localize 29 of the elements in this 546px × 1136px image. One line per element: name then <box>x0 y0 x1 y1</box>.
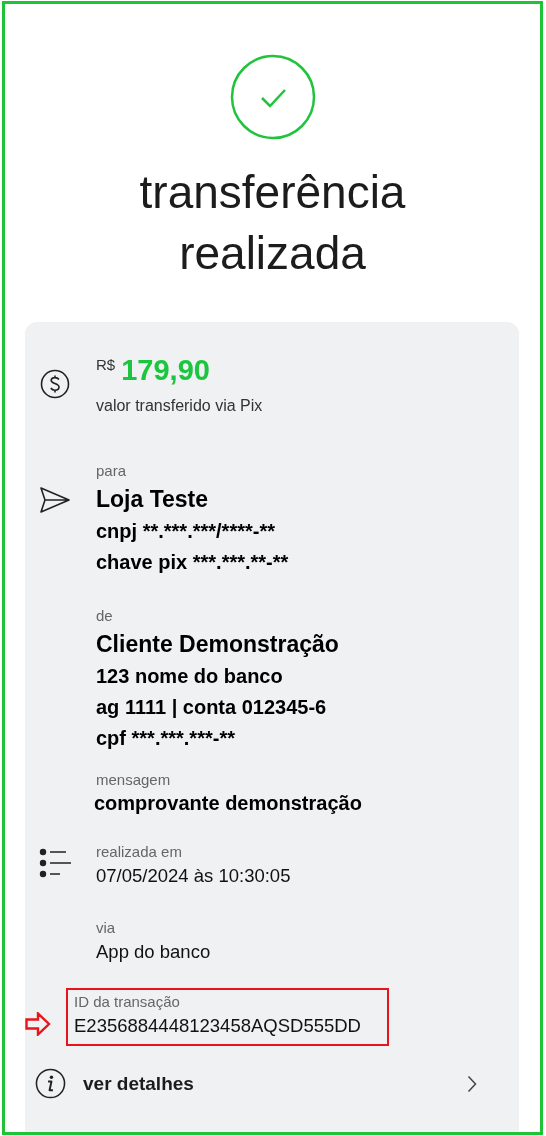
info-icon <box>35 1068 66 1099</box>
recipient-detail: cnpj **.***.***/****-** <box>96 519 276 544</box>
payer-detail: ag 1111 | conta 012345-6 <box>96 695 328 720</box>
detail-label: ID da transação <box>74 992 181 1012</box>
detail-value: App do banco <box>96 940 211 964</box>
chevron-icon <box>467 1074 477 1093</box>
recipient-detail: chave pix ***.***.**-** <box>96 550 289 575</box>
success-check-icon <box>229 54 316 140</box>
detail-value: 07/05/2024 às 10:30:05 <box>96 864 291 888</box>
recipient-name: Loja Teste <box>96 485 210 514</box>
amount-value: 179,90 <box>121 353 210 388</box>
details-link[interactable]: ver detalhes <box>39 1068 519 1099</box>
payer-detail: 123 nome do banco <box>96 664 284 689</box>
page-title: transferência realizada <box>138 165 407 281</box>
recipient-label: para <box>96 461 128 481</box>
message-text: comprovante demonstração <box>94 791 362 816</box>
detail-label: via <box>96 918 117 938</box>
list-icon <box>39 848 71 878</box>
payer-detail: cpf ***.***.***-** <box>96 726 236 751</box>
payer-label: de <box>96 606 114 626</box>
currency-symbol: R$ <box>96 356 116 373</box>
send-icon <box>39 486 71 514</box>
arrow-icon <box>25 1012 51 1036</box>
message-label: mensagem <box>96 770 172 790</box>
dollar-icon <box>39 369 71 399</box>
detail-value: E2356884448123458AQSD555DD <box>74 1014 361 1038</box>
payer-name: Cliente Demonstração <box>96 630 339 659</box>
detail-label: realizada em <box>96 842 183 862</box>
amount-caption: valor transferido via Pix <box>96 397 263 415</box>
